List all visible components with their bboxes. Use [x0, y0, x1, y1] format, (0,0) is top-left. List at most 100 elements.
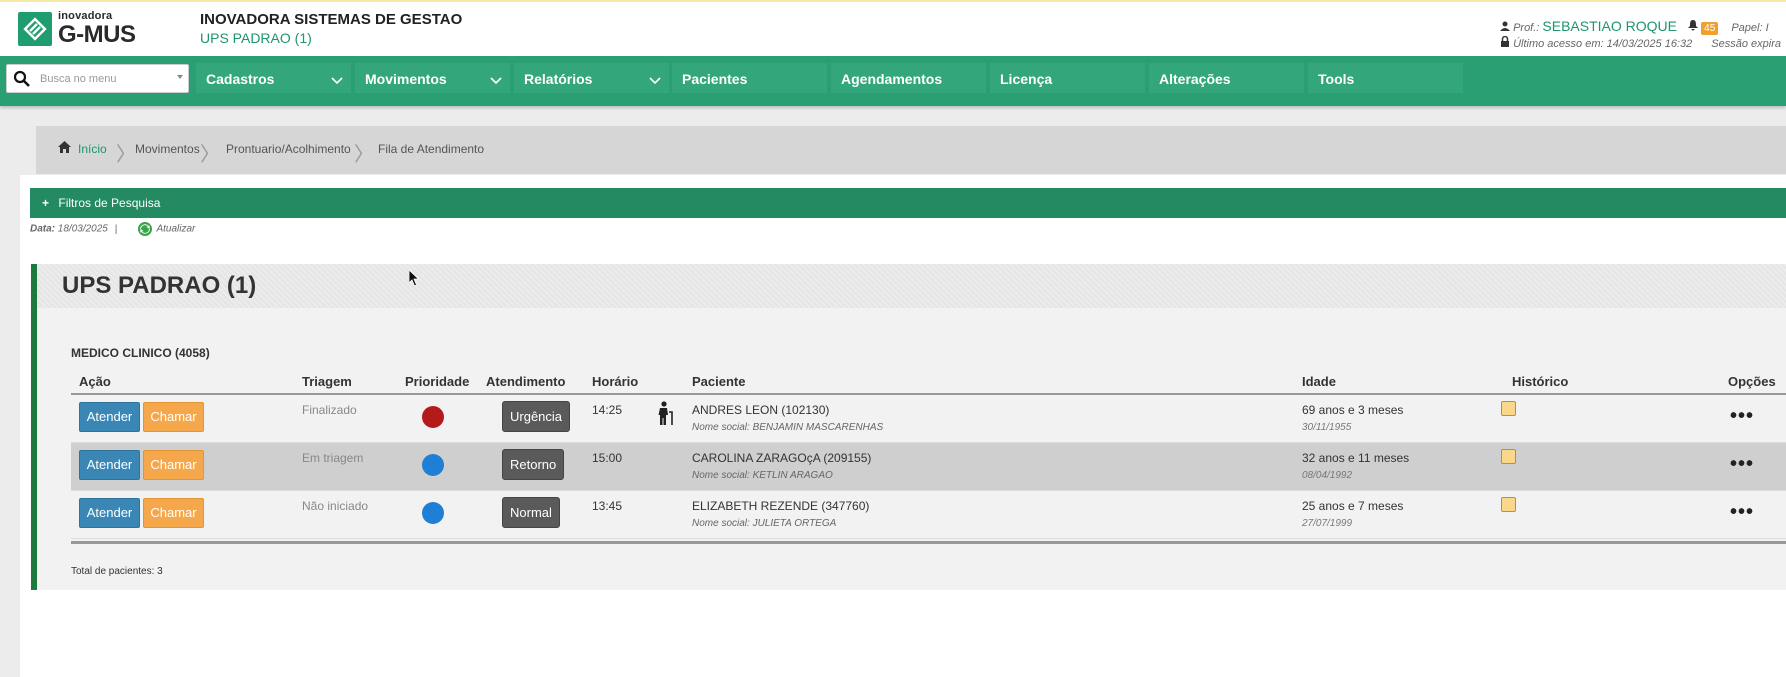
notification-badge[interactable]: 45 [1701, 22, 1719, 35]
logo-big-text: G-MUS [58, 21, 136, 48]
patient-birthdate: 27/07/1999 [1302, 518, 1353, 529]
menu-licenca[interactable]: Licença [990, 63, 1145, 93]
patients-total: Total de pacientes: 3 [71, 566, 163, 577]
arrival-time: 15:00 [592, 451, 623, 465]
history-icon[interactable] [1501, 449, 1516, 464]
arrival-time: 13:45 [592, 499, 623, 513]
main-panel: + Filtros de Pesquisa Data: 18/03/2025 |… [20, 175, 1786, 677]
patient-social-name: Nome social: BENJAMIN MASCARENHAS [692, 422, 884, 433]
chamar-button[interactable]: Chamar [143, 498, 204, 528]
plus-icon: + [42, 196, 50, 210]
menu-label: Pacientes [682, 71, 748, 87]
col-header-prioridade: Prioridade [405, 374, 470, 389]
session-expire: Sessão expira [1711, 38, 1782, 50]
chevron-down-icon [649, 72, 661, 88]
patient-name: ELIZABETH REZENDE (347760) [692, 499, 870, 513]
options-menu-icon[interactable]: ••• [1730, 405, 1754, 428]
attendance-type-badge: Retorno [502, 449, 565, 480]
menu-search-input[interactable]: Busca no menu [6, 64, 189, 93]
breadcrumb-separator: 〉 [116, 144, 136, 166]
menu-relatorios[interactable]: Relatórios [514, 63, 669, 93]
gmus-logo[interactable]: inovadora G-MUS [18, 10, 140, 48]
priority-indicator [422, 406, 444, 428]
col-header-paciente: Paciente [692, 374, 746, 389]
papel-label: Papel: I [1731, 22, 1769, 34]
specialty-section-label: MEDICO CLINICO (4058) [71, 346, 210, 360]
menu-pacientes[interactable]: Pacientes [672, 63, 827, 93]
menu-alteracoes[interactable]: Alterações [1149, 63, 1304, 93]
patient-age: 32 anos e 11 meses [1302, 451, 1410, 465]
atender-button[interactable]: Atender [79, 402, 140, 432]
menu-cadastros[interactable]: Cadastros [196, 63, 351, 93]
attendance-type-badge: Normal [502, 497, 560, 528]
prof-name[interactable]: SEBASTIAO ROQUE [1542, 18, 1677, 34]
col-header-idade: Idade [1302, 374, 1336, 389]
current-unit[interactable]: UPS PADRAO (1) [200, 30, 312, 46]
arrival-time: 14:25 [592, 403, 623, 417]
triagem-status: Finalizado [302, 403, 357, 417]
menu-label: Cadastros [206, 71, 275, 87]
company-name: INOVADORA SISTEMAS DE GESTAO [200, 11, 463, 28]
breadcrumb-separator: 〉 [354, 144, 374, 166]
date-label: Data: [30, 223, 56, 235]
search-placeholder: Busca no menu [40, 73, 117, 85]
menu-label: Licença [1000, 71, 1053, 87]
bell-icon[interactable] [1688, 20, 1701, 34]
menu-label: Alterações [1159, 71, 1231, 87]
main-menu-bar: Busca no menu Cadastros Movimentos Relat… [0, 56, 1786, 106]
priority-indicator [422, 454, 444, 476]
table-footer-divider [71, 541, 1786, 544]
col-header-acao: Ação [79, 374, 111, 389]
menu-agendamentos[interactable]: Agendamentos [831, 63, 986, 93]
date-separator: | [114, 223, 118, 235]
chevron-down-icon [331, 72, 343, 88]
options-menu-icon[interactable]: ••• [1730, 453, 1754, 476]
patient-name: ANDRES LEON (102130) [692, 403, 830, 417]
menu-label: Relatórios [524, 71, 593, 87]
atender-button[interactable]: Atender [79, 498, 140, 528]
history-icon[interactable] [1501, 401, 1516, 416]
history-icon[interactable] [1501, 497, 1516, 512]
menu-movimentos[interactable]: Movimentos [355, 63, 510, 93]
prof-label: Prof.: [1513, 22, 1540, 34]
col-header-triagem: Triagem [302, 374, 352, 389]
col-header-horario: Horário [592, 374, 639, 389]
logo-mark-icon [18, 12, 52, 46]
atender-button[interactable]: Atender [79, 450, 140, 480]
options-menu-icon[interactable]: ••• [1730, 501, 1754, 524]
lock-icon [1500, 35, 1513, 50]
breadcrumb-prontuario[interactable]: Prontuario/Acolhimento [226, 142, 351, 156]
table-row: Atender Chamar Finalizado Urgência 14:25… [71, 395, 1786, 443]
search-icon [13, 70, 30, 92]
chamar-button[interactable]: Chamar [143, 450, 204, 480]
col-header-opcoes: Opções [1728, 374, 1776, 389]
refresh-link[interactable]: Atualizar [156, 224, 195, 235]
triagem-status: Em triagem [302, 451, 364, 465]
date-bar: Data: 18/03/2025 | Atualizar [30, 222, 195, 236]
col-header-historico: Histórico [1512, 374, 1569, 389]
home-icon[interactable] [58, 141, 71, 156]
patient-name: CAROLINA ZARAGOçA (209155) [692, 451, 872, 465]
breadcrumb-current: Fila de Atendimento [378, 142, 485, 156]
patient-birthdate: 08/04/1992 [1302, 470, 1353, 481]
menu-tools[interactable]: Tools [1308, 63, 1463, 93]
attendance-type-badge: Urgência [502, 401, 571, 432]
search-filters-toggle[interactable]: + Filtros de Pesquisa [30, 188, 1786, 218]
breadcrumb-inicio[interactable]: Início [78, 142, 107, 156]
breadcrumb-movimentos[interactable]: Movimentos [135, 142, 200, 156]
table-row: Atender Chamar Não iniciado Normal 13:45… [71, 491, 1786, 539]
breadcrumb-separator: 〉 [200, 144, 220, 166]
patient-age: 69 anos e 3 meses [1302, 403, 1404, 417]
unit-queue-title: UPS PADRAO (1) [37, 264, 1786, 308]
date-value: 18/03/2025 [57, 223, 108, 235]
patient-birthdate: 30/11/1955 [1302, 422, 1352, 433]
col-header-atendimento: Atendimento [486, 374, 566, 389]
unit-queue-card: UPS PADRAO (1) MEDICO CLINICO (4058) Açã… [31, 264, 1786, 590]
refresh-icon[interactable] [138, 222, 153, 236]
chamar-button[interactable]: Chamar [143, 402, 204, 432]
last-access: Último acesso em: 14/03/2025 16:32 [1513, 38, 1693, 50]
triagem-status: Não iniciado [302, 499, 369, 513]
search-dropdown-icon[interactable] [177, 75, 183, 79]
chevron-down-icon [490, 72, 502, 88]
mouse-cursor-icon [408, 269, 420, 292]
